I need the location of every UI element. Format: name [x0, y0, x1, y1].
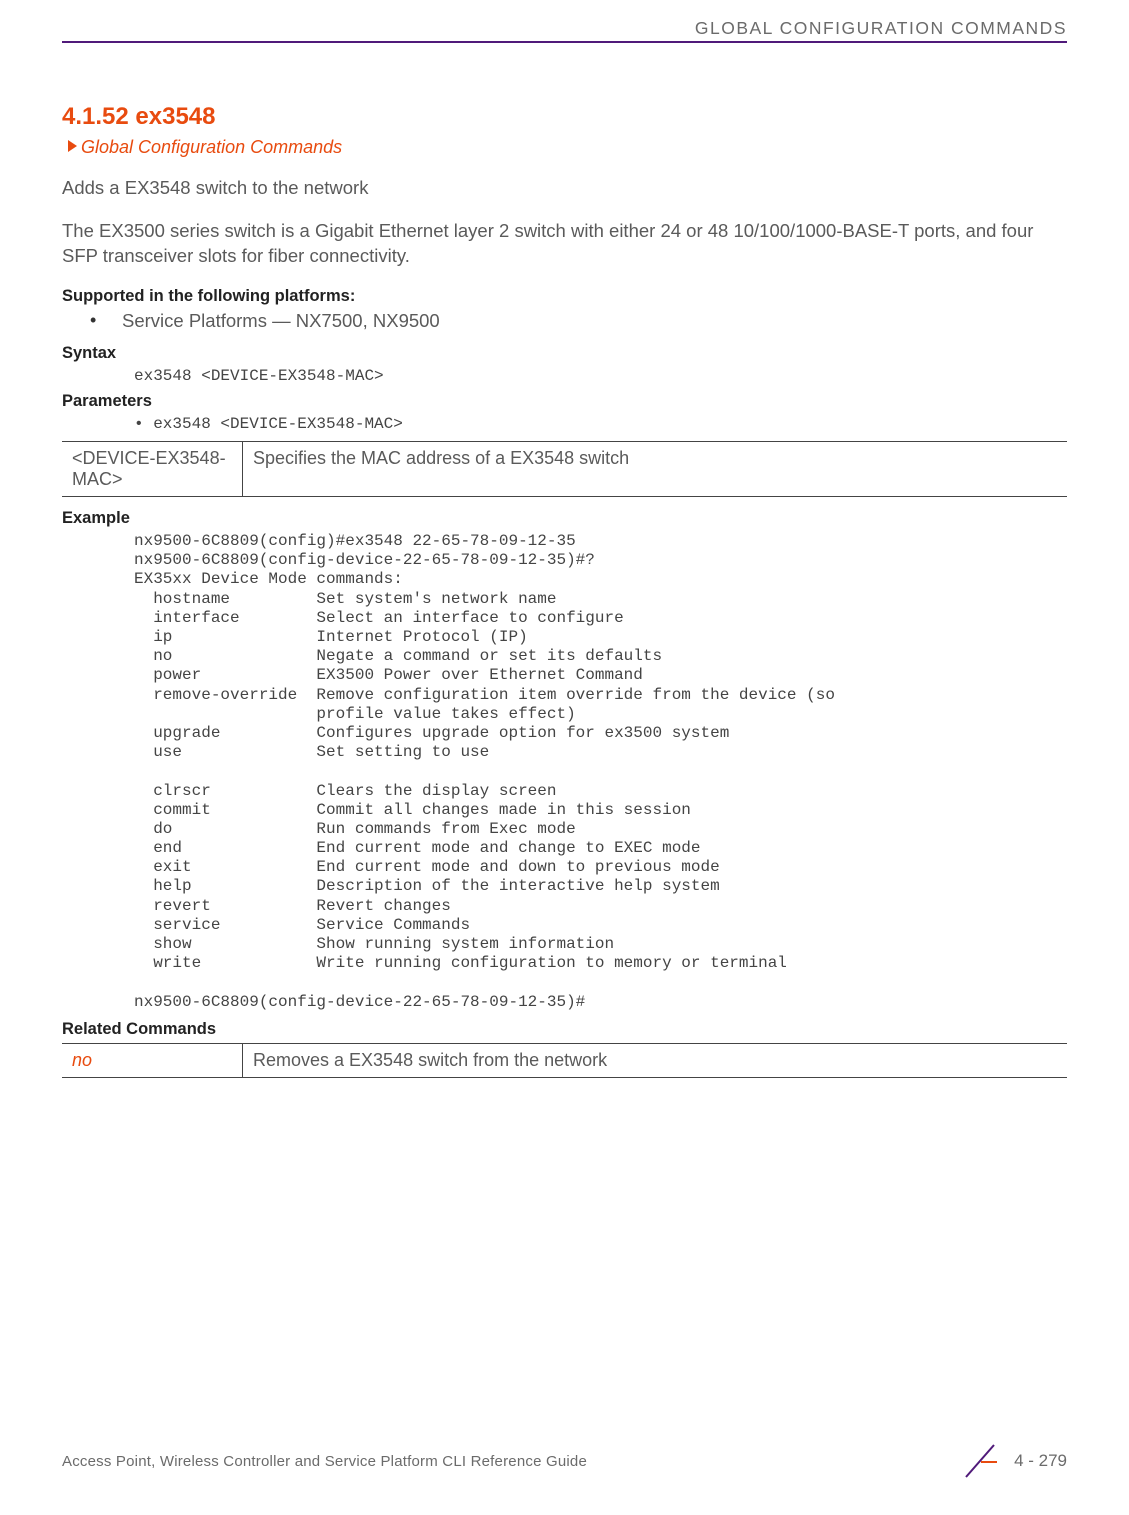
example-code: nx9500-6C8809(config)#ex3548 22-65-78-09…	[134, 532, 1067, 1012]
table-row: <DEVICE-EX3548-MAC> Specifies the MAC ad…	[62, 442, 1067, 497]
supported-platform-item: • Service Platforms — NX7500, NX9500	[62, 310, 1067, 332]
bullet-icon: •	[90, 310, 122, 332]
syntax-code: ex3548 <DEVICE-EX3548-MAC>	[134, 367, 1067, 386]
related-cmd-desc: Removes a EX3548 switch from the network	[243, 1043, 1068, 1077]
example-heading: Example	[62, 509, 1067, 528]
param-name: <DEVICE-EX3548-MAC>	[62, 442, 243, 497]
param-desc: Specifies the MAC address of a EX3548 sw…	[243, 442, 1068, 497]
running-title: GLOBAL CONFIGURATION COMMANDS	[62, 18, 1067, 39]
page-header: GLOBAL CONFIGURATION COMMANDS	[62, 18, 1067, 43]
section-heading: 4.1.52 ex3548	[62, 103, 1067, 131]
intro-paragraph-1: Adds a EX3548 switch to the network	[62, 176, 1067, 201]
parameters-heading: Parameters	[62, 392, 1067, 411]
footer-guide-title: Access Point, Wireless Controller and Se…	[62, 1453, 587, 1470]
footer-slash-icon	[960, 1441, 1000, 1481]
footer-page-number: 4 - 279	[1014, 1451, 1067, 1471]
breadcrumb-link[interactable]: Global Configuration Commands	[81, 137, 342, 158]
supported-heading: Supported in the following platforms:	[62, 287, 1067, 306]
page-footer: Access Point, Wireless Controller and Se…	[62, 1441, 1067, 1481]
related-cmd-link[interactable]: no	[62, 1043, 243, 1077]
related-commands-table: no Removes a EX3548 switch from the netw…	[62, 1043, 1067, 1078]
table-row: no Removes a EX3548 switch from the netw…	[62, 1043, 1067, 1077]
breadcrumb: Global Configuration Commands	[68, 137, 1067, 158]
breadcrumb-arrow-icon	[68, 139, 77, 157]
parameters-bullet: • ex3548 <DEVICE-EX3548-MAC>	[134, 415, 1067, 433]
syntax-heading: Syntax	[62, 344, 1067, 363]
supported-platform-text: Service Platforms — NX7500, NX9500	[122, 310, 440, 332]
intro-paragraph-2: The EX3500 series switch is a Gigabit Et…	[62, 219, 1067, 269]
parameters-table: <DEVICE-EX3548-MAC> Specifies the MAC ad…	[62, 441, 1067, 497]
related-heading: Related Commands	[62, 1020, 1067, 1039]
